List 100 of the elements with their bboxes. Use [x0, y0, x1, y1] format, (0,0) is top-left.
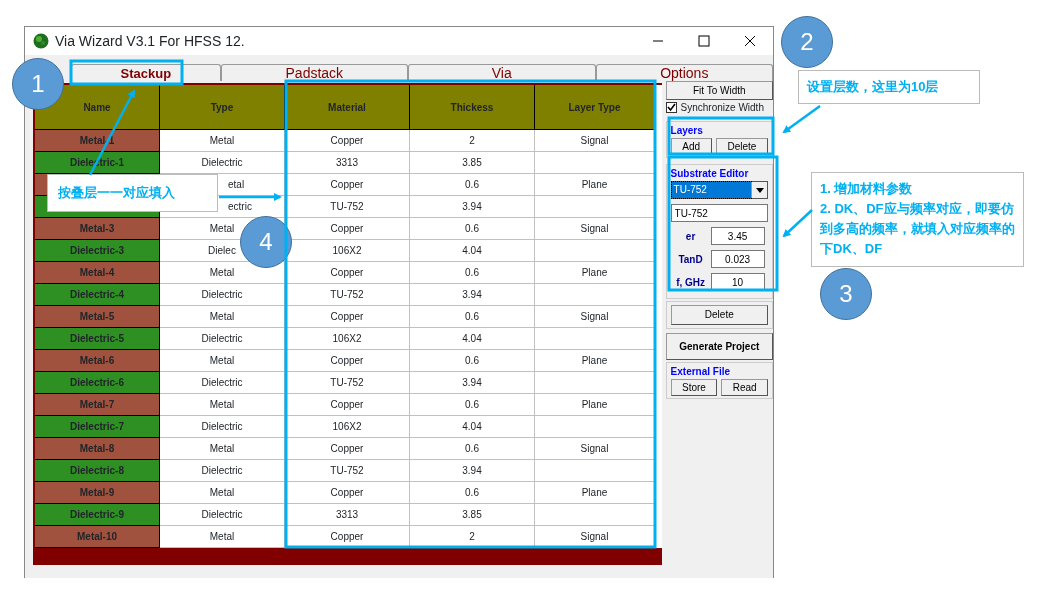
layer-name-cell: Dielectric-3 [35, 240, 160, 262]
param-label: f, GHz [675, 275, 706, 290]
table-cell: 2 [410, 526, 535, 548]
step-marker: 3 [820, 268, 872, 320]
table-cell: Plane [535, 350, 655, 372]
layer-name-cell: Metal-4 [35, 262, 160, 284]
table-cell: 0.6 [410, 438, 535, 460]
param-field[interactable]: 3.45 [710, 227, 765, 245]
table-cell: Copper [285, 394, 410, 416]
note-text: 1. 增加材料参数 [820, 180, 914, 198]
table-cell: 2 [410, 130, 535, 152]
caret-icon [751, 182, 767, 198]
table-cell: Signal [535, 218, 655, 240]
material-name-field[interactable]: TU-752 [670, 204, 768, 222]
table-cell: 3313 [285, 504, 410, 526]
checkbox-label: Synchronize Width [680, 101, 764, 114]
table-cell: Dielectric [160, 504, 285, 526]
table-cell: Metal [160, 438, 285, 460]
table-cell: 0.6 [410, 482, 535, 504]
table-cell: 3.94 [410, 196, 535, 218]
table-cell: Signal [535, 526, 655, 548]
table-cell: Metal [160, 130, 285, 152]
table-cell: 3.85 [410, 152, 535, 174]
table-cell: Metal [160, 350, 285, 372]
table-cell: 0.6 [410, 218, 535, 240]
table-cell: 0.6 [410, 306, 535, 328]
close-icon[interactable] [744, 35, 756, 47]
layer-name-cell: Metal-8 [35, 438, 160, 460]
param-field[interactable]: 0.023 [710, 250, 765, 268]
layer-name-cell: Metal-6 [35, 350, 160, 372]
note-text: 设置层数，这里为10层 [807, 78, 940, 96]
table-cell: Plane [535, 174, 655, 196]
table-cell: Copper [285, 262, 410, 284]
note-text: 2. DK、DF应与频率对应，即要仿到多高的频率，就填入对应频率的下DK、DF [820, 200, 1015, 259]
table-cell: Copper [285, 306, 410, 328]
layer-name-cell: Metal-3 [35, 218, 160, 240]
table-cell: Metal [160, 482, 285, 504]
layer-name-cell: Dielectric-4 [35, 284, 160, 306]
file-button[interactable]: Read [721, 379, 768, 396]
tab[interactable]: Stackup [71, 64, 221, 81]
layer-name-cell: Metal-7 [35, 394, 160, 416]
column-header: Material [285, 85, 410, 130]
window-title: Via Wizard V3.1 For HFSS 12. [55, 31, 245, 51]
table-cell: Metal [160, 306, 285, 328]
table-cell: 106X2 [285, 416, 410, 438]
table-cell: Dielectric [160, 460, 285, 482]
step-marker: 1 [12, 58, 64, 110]
table-cell: Dielectric [160, 372, 285, 394]
maximize-icon[interactable] [698, 35, 710, 47]
layer-name-cell: Dielectric-5 [35, 328, 160, 350]
layer-name-cell: Dielectric-8 [35, 460, 160, 482]
group-title: External File [670, 366, 732, 377]
tab[interactable]: Padstack [220, 64, 409, 81]
generate-project-button[interactable]: Generate Project [665, 333, 773, 360]
table-cell: Plane [535, 482, 655, 504]
table-cell: TU-752 [285, 460, 410, 482]
table-cell: Copper [285, 130, 410, 152]
table-cell: 0.6 [410, 262, 535, 284]
table-cell: Dielectric [160, 416, 285, 438]
group-title: Substrate Editor [670, 168, 750, 179]
tab[interactable]: Options [595, 64, 773, 81]
layer-name-cell: Dielectric-6 [35, 372, 160, 394]
table-cell: 4.04 [410, 328, 535, 350]
layer-name-cell: Dielectric-9 [35, 504, 160, 526]
table-cell: 3.85 [410, 504, 535, 526]
layer-name-cell: Dielectric-7 [35, 416, 160, 438]
table-cell: Dielectric [160, 328, 285, 350]
table-cell: 0.6 [410, 350, 535, 372]
table-cell: 0.6 [410, 174, 535, 196]
table-cell: 106X2 [285, 328, 410, 350]
table-cell: Copper [285, 174, 410, 196]
fit-to-width-button[interactable]: Fit To Width [665, 81, 773, 100]
group-title: Layers [670, 125, 704, 136]
table-cell: Copper [285, 350, 410, 372]
table-cell: 3.94 [410, 460, 535, 482]
step-marker: 2 [781, 16, 833, 68]
table-cell: 3313 [285, 152, 410, 174]
callout-arrow [219, 193, 282, 201]
table-cell: Signal [535, 438, 655, 460]
material-dropdown[interactable]: TU-752 [670, 181, 768, 199]
column-header: Layer Type [535, 85, 655, 130]
table-cell: 4.04 [410, 240, 535, 262]
table-cell: Dielectric [160, 284, 285, 306]
globe-icon [33, 33, 49, 49]
table-cell: Signal [535, 130, 655, 152]
delete-button[interactable]: Delete [670, 305, 768, 325]
param-label: TanD [677, 252, 704, 267]
column-header: Thickess [410, 85, 535, 130]
layer-name-cell: Metal-10 [35, 526, 160, 548]
table-cell: Plane [535, 394, 655, 416]
table-cell: TU-752 [285, 372, 410, 394]
checkbox[interactable] [665, 102, 677, 113]
table-cell: Copper [285, 526, 410, 548]
table-cell: TU-752 [285, 284, 410, 306]
table-cell: 4.04 [410, 416, 535, 438]
table-cell: 3.94 [410, 372, 535, 394]
table-cell: Metal [160, 526, 285, 548]
table-cell: Copper [285, 438, 410, 460]
layer-name-cell: Metal-5 [35, 306, 160, 328]
file-button[interactable]: Store [670, 379, 718, 396]
